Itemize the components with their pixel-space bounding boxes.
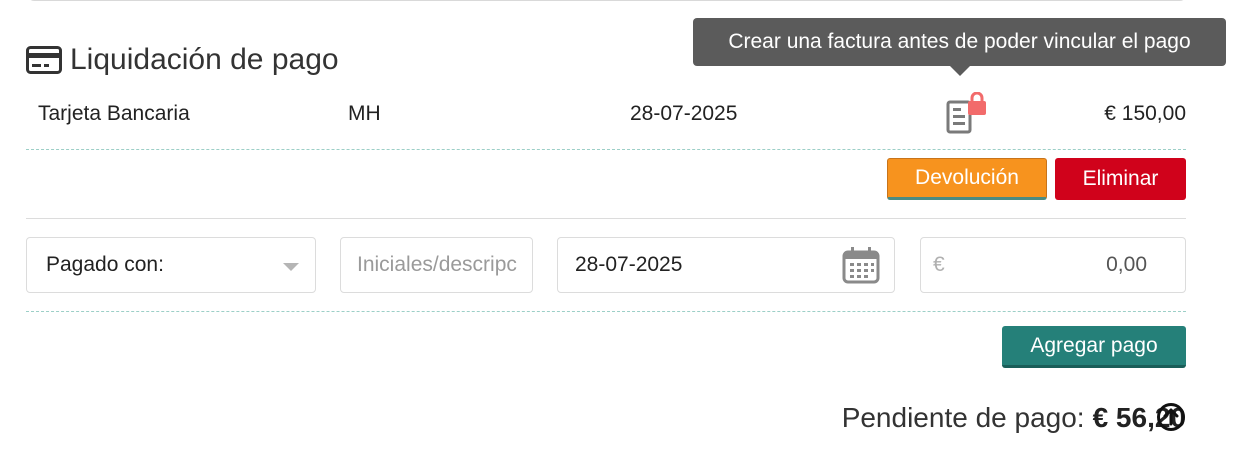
payment-date: 28-07-2025 <box>630 102 738 125</box>
add-payment-button[interactable]: Agregar pago <box>1002 326 1186 368</box>
chevron-down-icon <box>283 263 299 271</box>
initials-input[interactable] <box>357 253 517 277</box>
section-divider <box>26 218 1186 219</box>
calendar-icon[interactable] <box>842 246 880 284</box>
initials-field[interactable] <box>340 237 533 293</box>
delete-button[interactable]: Eliminar <box>1055 158 1186 200</box>
currency-symbol: € <box>933 253 945 276</box>
section-title: Liquidación de pago <box>70 43 339 76</box>
paid-with-label: Pagado con: <box>46 253 164 276</box>
amount-field[interactable]: € 0,00 <box>920 237 1186 293</box>
credit-card-icon <box>26 46 62 74</box>
amount-value: 0,00 <box>1106 253 1147 276</box>
locked-invoice-icon[interactable] <box>946 92 994 136</box>
payment-row: Tarjeta Bancaria MH 28-07-2025 € 150,00 <box>26 90 1186 140</box>
refund-button[interactable]: Devolución <box>887 158 1047 200</box>
arrow-up-circle-icon[interactable] <box>1156 402 1186 432</box>
pending-label: Pendiente de pago: <box>841 402 1085 433</box>
date-value: 28-07-2025 <box>575 253 683 276</box>
payment-initials: MH <box>348 102 381 125</box>
date-field[interactable]: 28-07-2025 <box>557 237 895 293</box>
invoice-tooltip: Crear una factura antes de poder vincula… <box>693 18 1226 76</box>
payment-amount: € 150,00 <box>1104 102 1186 125</box>
payment-method: Tarjeta Bancaria <box>38 102 190 125</box>
previous-panel-edge <box>28 0 1186 1</box>
form-divider <box>26 311 1186 312</box>
section-header: Liquidación de pago <box>26 40 339 80</box>
row-divider <box>26 149 1186 150</box>
pending-payment: Pendiente de pago: € 56,20 <box>842 398 1186 438</box>
paid-with-select[interactable]: Pagado con: <box>26 237 316 293</box>
